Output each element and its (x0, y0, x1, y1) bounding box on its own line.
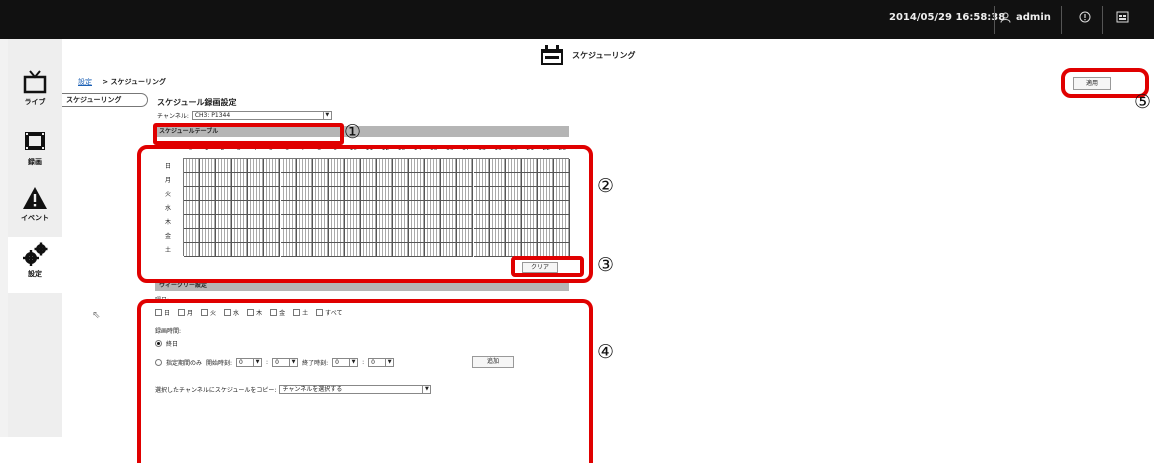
nav-event[interactable]: イベント (8, 185, 62, 237)
user-name: admin (1016, 12, 1051, 23)
breadcrumb-current: > スケジューリング (102, 78, 167, 86)
annotation-1: ① (344, 121, 362, 143)
tab-scheduling[interactable]: スケジューリング (62, 93, 148, 107)
weekly-settings-title: ウィークリー設定 (159, 282, 208, 289)
annotation-2: ② (597, 175, 615, 197)
nav-live-label: ライブ (24, 98, 46, 106)
annotation-4: ④ (597, 341, 615, 363)
breadcrumb-settings-link[interactable]: 設定 (78, 78, 92, 86)
mouse-cursor-icon: ⇖ (92, 310, 101, 321)
nav-settings[interactable]: 設定 (8, 237, 62, 293)
tv-icon (23, 70, 47, 94)
highlight-box-4 (137, 299, 593, 463)
annotation-3: ③ (597, 254, 615, 276)
user-menu[interactable]: admin (1000, 12, 1051, 23)
chevron-down-icon: ▼ (322, 112, 331, 119)
section-title: スケジュール録画設定 (157, 98, 237, 107)
nav-recording[interactable]: 録画 (8, 129, 62, 181)
annotation-5: ⑤ (1134, 91, 1152, 113)
warning-icon (23, 187, 47, 209)
nav-recording-label: 録画 (28, 158, 42, 166)
page-header: スケジューリング (540, 44, 635, 66)
highlight-box-3 (511, 256, 584, 277)
page-title: スケジューリング (572, 50, 636, 60)
datetime-display: 2014/05/29 16:58:38 (889, 12, 1006, 23)
channel-label: チャンネル: (157, 113, 189, 120)
sidebar: ライブ 録画 イベント 設定 (8, 39, 62, 437)
top-bar: 2014/05/29 16:58:38 admin (0, 0, 1154, 39)
nav-live[interactable]: ライブ (8, 69, 62, 121)
left-gutter (0, 39, 8, 437)
gears-icon (23, 242, 48, 266)
monitor-icon[interactable] (1114, 11, 1130, 27)
channel-select[interactable]: CH3: P1344 ▼ (191, 111, 332, 120)
breadcrumb: 設定 > スケジューリング (78, 77, 166, 87)
channel-row: チャンネル: CH3: P1344 ▼ (157, 111, 332, 120)
nav-event-label: イベント (21, 214, 49, 222)
film-icon (25, 132, 45, 150)
user-icon (1000, 12, 1011, 23)
divider (994, 6, 995, 34)
alert-icon[interactable] (1077, 11, 1093, 27)
highlight-box-1 (153, 123, 344, 145)
divider (1102, 6, 1103, 34)
channel-value: CH3: P1344 (194, 112, 231, 119)
nav-settings-label: 設定 (28, 270, 42, 278)
divider (1061, 6, 1062, 34)
calendar-icon (541, 45, 563, 65)
